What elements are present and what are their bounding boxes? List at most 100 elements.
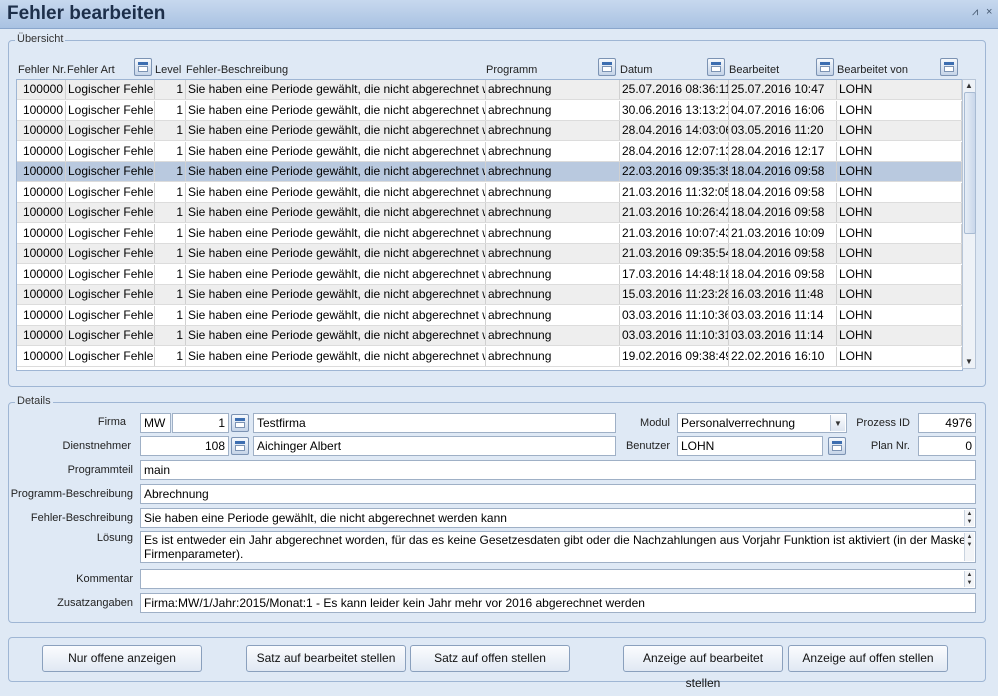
firma-name-field[interactable]: Testfirma [253, 413, 616, 433]
cell-fehler-beschreibung: Sie haben eine Periode gewählt, die nich… [186, 223, 486, 243]
cell-programm: abrechnung [486, 80, 620, 99]
cell-fehler-beschreibung: Sie haben eine Periode gewählt, die nich… [186, 203, 486, 222]
column-header-programm[interactable]: Programm [486, 64, 537, 76]
scroll-spinner-icon[interactable]: ▲ ▼ [964, 510, 974, 526]
cell-fehler-art: Logischer Fehler [66, 182, 155, 202]
cell-programm: abrechnung [486, 121, 620, 140]
table-row[interactable]: 100000 Logischer Fehler 1 Sie haben eine Pe… [17, 326, 962, 346]
table-row[interactable]: 100000 Logischer Fehler 1 Sie haben eine Pe… [17, 162, 962, 182]
set-view-open-button[interactable]: Anzeige auf offen stellen [788, 645, 948, 672]
cell-datum: 15.03.2016 11:23:28 [620, 285, 729, 304]
calendar-icon[interactable] [707, 58, 725, 76]
set-record-processed-button[interactable]: Satz auf bearbeitet stellen [246, 645, 406, 672]
cell-level: 1 [155, 121, 186, 140]
programmteil-field[interactable]: main [140, 460, 976, 480]
zusatzangaben-label: Zusatzangaben [57, 597, 133, 609]
firma-nr-field[interactable]: 1 [172, 413, 229, 433]
cell-datum: 17.03.2016 14:48:18 [620, 264, 729, 284]
scroll-spinner-icon[interactable]: ▲ ▼ [964, 571, 974, 587]
cell-bearbeitet-von: LOHN [837, 244, 962, 263]
set-record-open-button[interactable]: Satz auf offen stellen [410, 645, 570, 672]
dienstnehmer-name-field[interactable]: Aichinger Albert [253, 436, 616, 456]
cell-bearbeitet: 04.07.2016 16:06 [729, 100, 837, 120]
scrollbar-thumb[interactable] [964, 92, 976, 234]
cell-level: 1 [155, 264, 186, 284]
programm-beschreibung-field[interactable]: Abrechnung [140, 484, 976, 504]
cell-programm: abrechnung [486, 162, 620, 181]
cell-bearbeitet-von: LOHN [837, 264, 962, 284]
table-row[interactable]: 100000 Logischer Fehler 1 Sie haben eine Pe… [17, 80, 962, 100]
show-open-only-button[interactable]: Nur offene anzeigen [42, 645, 202, 672]
column-header-bearbeitet-von[interactable]: Bearbeitet von [837, 64, 908, 76]
cell-fehler-art: Logischer Fehler [66, 305, 155, 325]
cell-fehler-art: Logischer Fehler [66, 346, 155, 366]
column-header-fehler-nr[interactable]: Fehler Nr. [18, 64, 66, 76]
scroll-up-icon[interactable]: ▲ [965, 81, 973, 90]
cell-programm: abrechnung [486, 203, 620, 222]
column-header-level[interactable]: Level [155, 64, 181, 76]
cell-bearbeitet: 03.05.2016 11:20 [729, 121, 837, 140]
kommentar-field[interactable]: ▲ ▼ [140, 569, 976, 589]
plan-nr-field[interactable]: 0 [918, 436, 976, 456]
lookup-icon[interactable] [231, 414, 249, 432]
cell-fehler-beschreibung: Sie haben eine Periode gewählt, die nich… [186, 100, 486, 120]
modul-select-value: Personalverrechnung [681, 416, 796, 430]
prozess-id-label: Prozess ID [856, 417, 910, 429]
table-row[interactable]: 100000 Logischer Fehler 1 Sie haben eine Pe… [17, 244, 962, 264]
table-row[interactable]: 100000 Logischer Fehler 1 Sie haben eine Pe… [17, 100, 962, 121]
cell-fehler-art: Logischer Fehler [66, 203, 155, 222]
firma-code-field[interactable]: MW [140, 413, 171, 433]
dienstnehmer-nr-field[interactable]: 108 [140, 436, 229, 456]
calendar-icon[interactable] [598, 58, 616, 76]
calendar-icon[interactable] [134, 58, 152, 76]
lookup-icon[interactable] [231, 437, 249, 455]
cell-fehler-beschreibung: Sie haben eine Periode gewählt, die nich… [186, 326, 486, 345]
cell-datum: 03.03.2016 11:10:31 [620, 326, 729, 345]
details-group-label: Details [15, 395, 53, 407]
column-header-fehler-beschreibung[interactable]: Fehler-Beschreibung [186, 64, 288, 76]
table-row[interactable]: 100000 Logischer Fehler 1 Sie haben eine Pe… [17, 203, 962, 223]
dienstnehmer-label: Dienstnehmer [62, 440, 131, 452]
cell-bearbeitet: 18.04.2016 09:58 [729, 162, 837, 181]
modul-select[interactable]: Personalverrechnung ▼ [677, 413, 847, 433]
cell-bearbeitet-von: LOHN [837, 162, 962, 181]
zusatzangaben-field[interactable]: Firma:MW/1/Jahr:2015/Monat:1 - Es kann l… [140, 593, 976, 613]
close-icon[interactable]: × [986, 6, 992, 18]
table-row[interactable]: 100000 Logischer Fehler 1 Sie haben eine Pe… [17, 285, 962, 305]
table-row[interactable]: 100000 Logischer Fehler 1 Sie haben eine Pe… [17, 264, 962, 285]
cell-level: 1 [155, 223, 186, 243]
cell-fehler-art: Logischer Fehler [66, 162, 155, 181]
table-row[interactable]: 100000 Logischer Fehler 1 Sie haben eine Pe… [17, 223, 962, 244]
column-header-fehler-art[interactable]: Fehler Art [67, 64, 115, 76]
calendar-icon[interactable] [816, 58, 834, 76]
table-row[interactable]: 100000 Logischer Fehler 1 Sie haben eine Pe… [17, 305, 962, 326]
fehler-beschreibung-field[interactable]: Sie haben eine Periode gewählt, die nich… [140, 508, 976, 528]
table-row[interactable]: 100000 Logischer Fehler 1 Sie haben eine Pe… [17, 141, 962, 162]
scroll-down-icon[interactable]: ▼ [965, 357, 973, 366]
set-view-processed-button[interactable]: Anzeige auf bearbeitet stellen [623, 645, 783, 690]
cell-bearbeitet-von: LOHN [837, 121, 962, 140]
cell-datum: 28.04.2016 14:03:06 [620, 121, 729, 140]
calendar-icon[interactable] [940, 58, 958, 76]
cell-fehler-art: Logischer Fehler [66, 121, 155, 140]
cell-fehler-beschreibung: Sie haben eine Periode gewählt, die nich… [186, 121, 486, 140]
benutzer-field[interactable]: LOHN [677, 436, 823, 456]
cell-fehler-nr: 100000 [17, 80, 66, 99]
cell-fehler-nr: 100000 [17, 162, 66, 181]
table-row[interactable]: 100000 Logischer Fehler 1 Sie haben eine Pe… [17, 121, 962, 141]
cell-datum: 25.07.2016 08:36:11 [620, 80, 729, 99]
modul-label: Modul [640, 417, 670, 429]
prozess-id-field[interactable]: 4976 [918, 413, 976, 433]
scroll-spinner-icon[interactable]: ▲ ▼ [964, 533, 974, 561]
table-row[interactable]: 100000 Logischer Fehler 1 Sie haben eine Pe… [17, 182, 962, 203]
table-row[interactable]: 100000 Logischer Fehler 1 Sie haben eine Pe… [17, 346, 962, 367]
column-header-datum[interactable]: Datum [620, 64, 652, 76]
cell-bearbeitet: 28.04.2016 12:17 [729, 141, 837, 161]
cell-fehler-beschreibung: Sie haben eine Periode gewählt, die nich… [186, 346, 486, 366]
loesung-field[interactable]: Es ist entweder ein Jahr abgerechnet wor… [140, 531, 976, 563]
column-header-bearbeitet[interactable]: Bearbeitet [729, 64, 779, 76]
cell-fehler-art: Logischer Fehler [66, 141, 155, 161]
table-scrollbar[interactable]: ▲ ▼ [962, 79, 976, 369]
cell-bearbeitet: 16.03.2016 11:48 [729, 285, 837, 304]
minimize-icon[interactable]: ⩘ [972, 6, 978, 19]
